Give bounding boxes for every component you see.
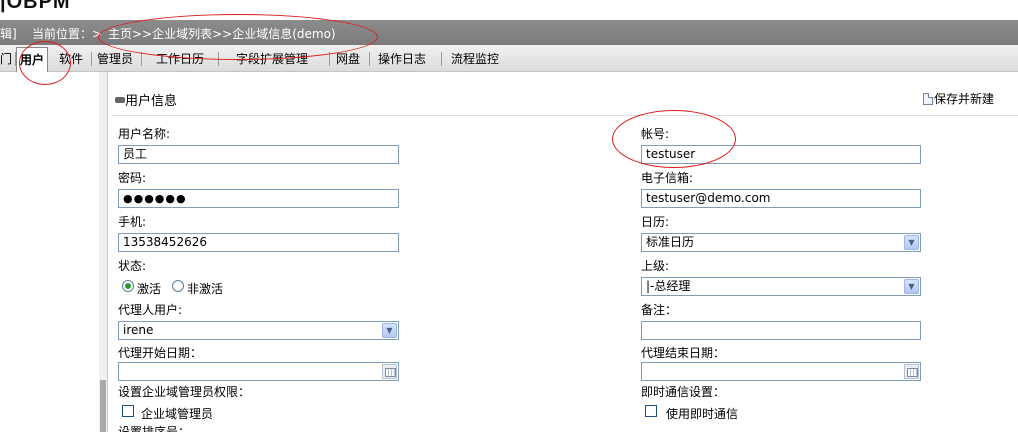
tab-flow-monitor[interactable]: 流程监控 — [451, 50, 499, 67]
tab-separator — [441, 52, 442, 66]
minus-icon — [115, 97, 125, 103]
password-label: 密码: — [118, 171, 147, 185]
proxy-start-field[interactable] — [118, 362, 399, 381]
tab-separator — [329, 52, 330, 66]
chevron-down-icon[interactable]: ▼ — [382, 323, 397, 338]
tab-separator — [218, 52, 219, 66]
save-and-new-label: 保存并新建 — [934, 92, 995, 106]
tab-admin[interactable]: 管理员 — [97, 50, 133, 67]
tab-field-extension[interactable]: 字段扩展管理 — [236, 50, 308, 67]
breadcrumb-label: 当前位置：> — [32, 27, 103, 41]
app-logo: |OBPM — [0, 0, 71, 13]
im-checkbox[interactable] — [645, 405, 657, 417]
chevron-down-icon[interactable]: ▼ — [904, 235, 919, 250]
scrollbar-track[interactable] — [99, 72, 107, 432]
status-inactive-radio[interactable] — [172, 280, 184, 292]
tab-separator — [141, 52, 142, 66]
superior-label: 上级: — [641, 259, 670, 273]
left-pane — [0, 72, 108, 432]
tab-separator — [91, 52, 92, 66]
tab-operation-log[interactable]: 操作日志 — [378, 50, 426, 67]
account-field[interactable]: testuser — [641, 145, 921, 164]
proxy-user-select[interactable]: irene ▼ — [118, 321, 399, 340]
superior-value: |-总经理 — [646, 279, 691, 293]
breadcrumb-path[interactable]: 主页>>企业域列表>>企业域信息(demo) — [108, 25, 336, 42]
tab-bar: 门 用户 软件 管理员 工作日历 字段扩展管理 网盘 操作日志 流程监控 — [0, 45, 1018, 72]
proxy-user-label: 代理人用户: — [118, 303, 183, 317]
scrollbar-thumb[interactable] — [100, 380, 106, 432]
mobile-field[interactable]: 13538452626 — [118, 233, 399, 252]
email-label: 电子信箱: — [641, 171, 694, 185]
password-field[interactable]: ●●●●●● — [118, 189, 399, 208]
admin-perm-label: 设置企业域管理员权限： — [118, 385, 251, 399]
mobile-label: 手机: — [118, 215, 147, 229]
main-content: 用户信息 保存并新建 用户名称: 员工 密码: ●●●●●● 手机: 13538… — [109, 72, 1018, 432]
breadcrumb-edge-text: 辑] — [0, 27, 17, 41]
proxy-end-label: 代理结束日期： — [641, 346, 726, 360]
tab-netdisk[interactable]: 网盘 — [336, 50, 360, 67]
sort-number-label: 设置排序号： — [118, 425, 191, 432]
tab-department[interactable]: 门 — [0, 50, 12, 67]
top-header: |OBPM — [0, 0, 1018, 20]
account-label: 帐号: — [641, 127, 670, 141]
calendar-icon[interactable] — [904, 364, 919, 379]
section-title: 用户信息 — [125, 94, 178, 109]
proxy-start-label: 代理开始日期： — [118, 346, 203, 360]
username-label: 用户名称: — [118, 127, 171, 141]
remark-label: 备注： — [641, 303, 678, 317]
email-field[interactable]: testuser@demo.com — [641, 189, 921, 208]
status-active-label: 激活 — [137, 282, 162, 296]
username-field[interactable]: 员工 — [118, 145, 399, 164]
calendar-value: 标准日历 — [646, 235, 695, 249]
chevron-down-icon[interactable]: ▼ — [904, 279, 919, 294]
proxy-end-field[interactable] — [641, 362, 921, 381]
breadcrumb-bar: 辑] 当前位置：> 主页>>企业域列表>>企业域信息(demo) — [0, 20, 1018, 45]
admin-perm-checkbox[interactable] — [122, 405, 134, 417]
superior-select[interactable]: |-总经理 ▼ — [641, 277, 921, 296]
status-active-radio[interactable] — [122, 280, 134, 292]
status-inactive-label: 非激活 — [187, 282, 224, 296]
tab-software[interactable]: 软件 — [59, 50, 83, 67]
save-and-new-button[interactable]: 保存并新建 — [923, 90, 994, 107]
proxy-user-value: irene — [123, 323, 154, 337]
im-settings-label: 即时通信设置： — [641, 385, 726, 399]
tab-work-calendar[interactable]: 工作日历 — [156, 50, 204, 67]
status-label: 状态: — [118, 259, 147, 273]
tab-user[interactable]: 用户 — [16, 47, 49, 72]
section-header: 用户信息 保存并新建 — [112, 88, 1018, 116]
save-document-icon — [923, 93, 933, 105]
calendar-select[interactable]: 标准日历 ▼ — [641, 233, 921, 252]
calendar-icon[interactable] — [382, 364, 397, 379]
calendar-label: 日历: — [641, 215, 670, 229]
remark-field[interactable] — [641, 321, 921, 340]
tab-separator — [369, 52, 370, 66]
admin-perm-checkbox-label: 企业域管理员 — [141, 407, 214, 421]
im-checkbox-label: 使用即时通信 — [666, 407, 739, 421]
